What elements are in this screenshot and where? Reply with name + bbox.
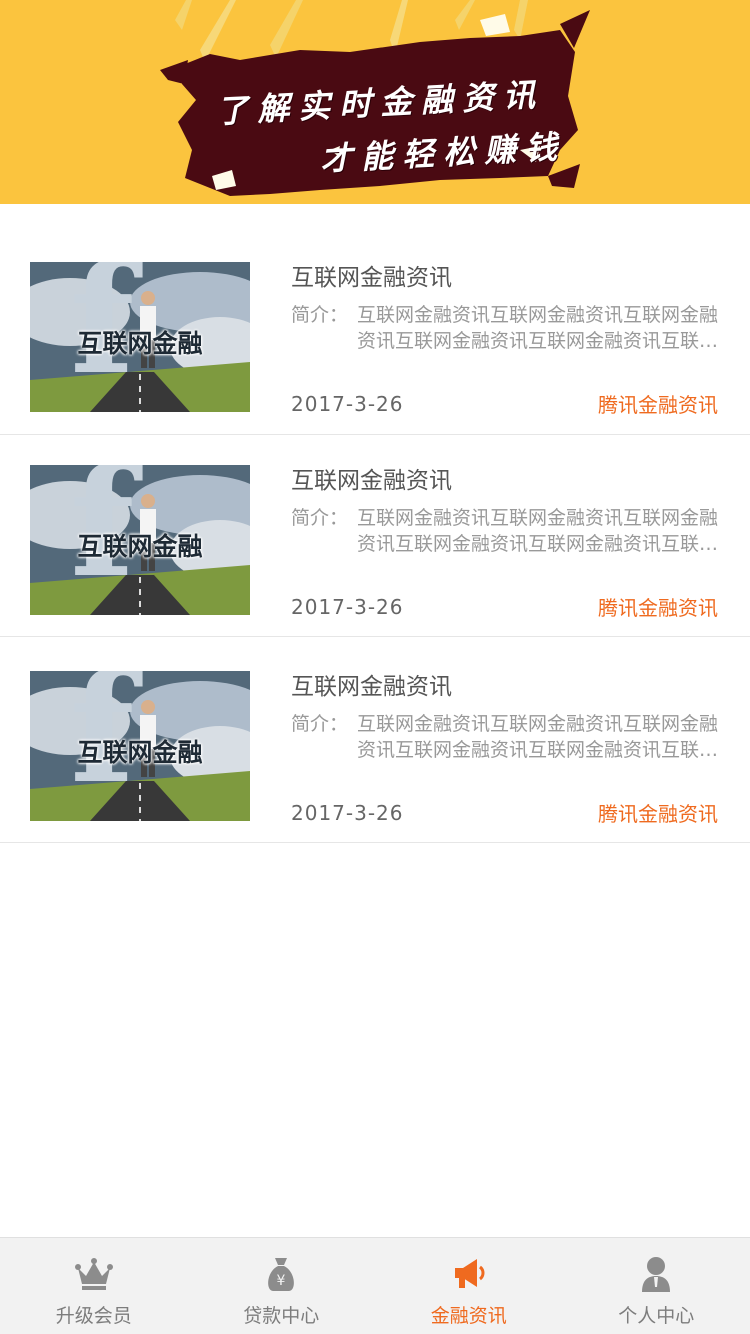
news-thumbnail: f 互联网金融 [30, 671, 250, 821]
money-bag-icon: ¥ [268, 1258, 295, 1291]
svg-text:¥: ¥ [277, 1273, 286, 1289]
summary-label: 简介： [291, 507, 349, 529]
news-source: 腾讯金融资讯 [598, 802, 718, 826]
header-banner: 了解实时金融资讯 才能轻松赚钱 [0, 0, 750, 204]
thumbnail-caption: 互联网金融 [77, 532, 203, 561]
news-item[interactable]: f 互联网金融 互联网金融资讯 简介： 互联网金融资讯互联网金融资讯互联网金融资… [0, 232, 750, 435]
user-icon [642, 1257, 671, 1292]
tab-loan-center[interactable]: ¥ 贷款中心 [188, 1238, 376, 1334]
news-item[interactable]: f 互联网金融 互联网金融资讯 简介： 互联网金融资讯互联网金融资讯互联网金融资… [0, 435, 750, 637]
tab-label: 贷款中心 [243, 1305, 320, 1327]
news-source: 腾讯金融资讯 [598, 393, 718, 417]
tab-personal-center[interactable]: 个人中心 [563, 1238, 750, 1334]
summary-label: 简介： [291, 304, 349, 326]
tab-upgrade-member[interactable]: 升级会员 [0, 1238, 188, 1334]
news-thumbnail: f 互联网金融 [30, 465, 250, 615]
summary-text: 互联网金融资讯互联网金融资讯互联网金融资讯互联网金融资讯互联网金融资讯互联网金融… [357, 507, 719, 555]
tab-label: 个人中心 [618, 1305, 695, 1327]
crown-icon [74, 1258, 113, 1290]
news-item[interactable]: f 互联网金融 互联网金融资讯 简介： 互联网金融资讯互联网金融资讯互联网金融资… [0, 637, 750, 843]
news-thumbnail: f 互联网金融 [30, 262, 250, 412]
summary-text: 互联网金融资讯互联网金融资讯互联网金融资讯互联网金融资讯互联网金融资讯互联网金融… [357, 304, 719, 352]
bottom-tab-bar: 升级会员 ¥ 贷款中心 金融资讯 个人中心 [0, 1237, 750, 1334]
thumbnail-caption: 互联网金融 [77, 329, 203, 358]
tab-label: 金融资讯 [430, 1305, 507, 1327]
news-date: 2017-3-26 [291, 595, 404, 619]
news-title[interactable]: 互联网金融资讯 [291, 461, 452, 495]
megaphone-icon [454, 1259, 485, 1288]
tab-label: 升级会员 [55, 1305, 132, 1327]
thumbnail-caption: 互联网金融 [77, 738, 203, 767]
tab-finance-news[interactable]: 金融资讯 [375, 1238, 563, 1334]
summary-label: 简介： [291, 713, 349, 735]
news-date: 2017-3-26 [291, 392, 404, 416]
news-date: 2017-3-26 [291, 801, 404, 825]
news-title[interactable]: 互联网金融资讯 [291, 667, 452, 701]
summary-text: 互联网金融资讯互联网金融资讯互联网金融资讯互联网金融资讯互联网金融资讯互联网金融… [357, 713, 719, 761]
news-title[interactable]: 互联网金融资讯 [291, 258, 452, 292]
news-source: 腾讯金融资讯 [598, 596, 718, 620]
news-list: f 互联网金融 互联网金融资讯 简介： 互联网金融资讯互联网金融资讯互联网金融资… [0, 232, 750, 843]
